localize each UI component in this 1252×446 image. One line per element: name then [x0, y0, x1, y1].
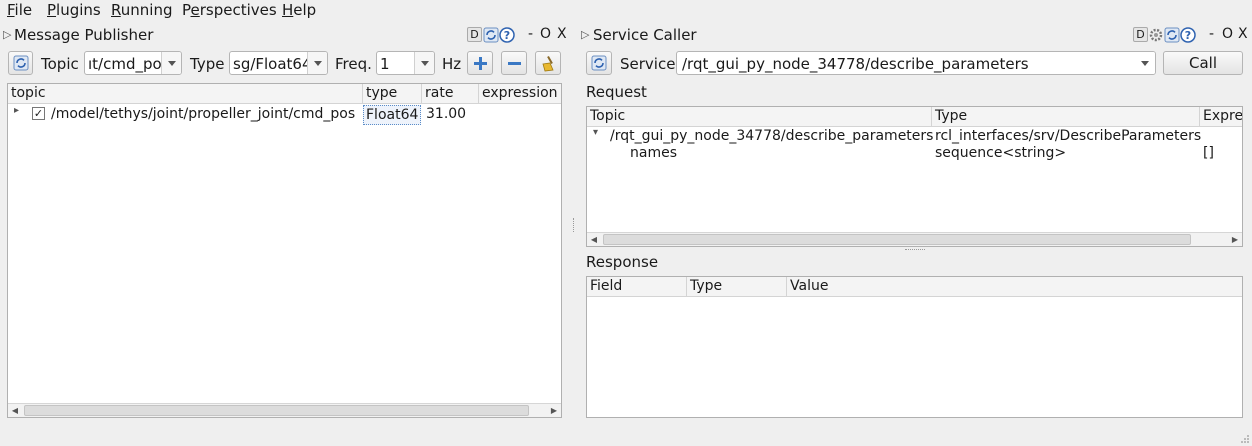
column-header-type[interactable]: Type [932, 107, 1200, 126]
help-icon[interactable]: ? [1180, 27, 1196, 43]
freq-combo[interactable]: 1 [376, 51, 435, 75]
scroll-left-icon[interactable]: ◀ [8, 404, 22, 417]
response-label: Response [586, 253, 659, 271]
caller-title: Service Caller [593, 26, 697, 44]
publisher-refresh-button[interactable] [8, 51, 33, 75]
service-label: Service [620, 55, 676, 73]
svg-text:?: ? [1185, 29, 1191, 42]
dock-expand-icon[interactable]: ▷ [3, 28, 11, 41]
plus-icon [474, 57, 487, 70]
scroll-thumb[interactable] [24, 405, 529, 416]
topic-label: Topic [41, 55, 79, 73]
publisher-float-button[interactable]: O [540, 26, 551, 42]
column-header-topic[interactable]: Topic [587, 107, 932, 126]
column-header-expression[interactable]: Expre [1200, 107, 1242, 126]
scroll-left-icon[interactable]: ◀ [587, 233, 601, 246]
column-header-field[interactable]: Field [587, 277, 687, 296]
horizontal-splitter[interactable] [905, 249, 925, 251]
row-rate: 31.00 [426, 106, 467, 122]
call-button[interactable]: Call [1163, 51, 1243, 75]
enable-checkbox[interactable]: ✓ [32, 107, 45, 120]
request-field-type: sequence<string> [935, 145, 1067, 161]
column-header-rate[interactable]: rate [422, 84, 479, 103]
vertical-splitter[interactable] [573, 218, 576, 232]
publisher-title: Message Publisher [14, 26, 154, 44]
menu-perspectives[interactable]: Perspectives [182, 1, 277, 19]
horizontal-scrollbar[interactable]: ◀ ▶ [587, 232, 1242, 246]
broom-icon [542, 56, 554, 72]
request-table: Topic Type Expre ▾ /rqt_gui_py_node_3477… [586, 106, 1243, 247]
column-header-type[interactable]: Type [687, 277, 787, 296]
minus-icon [508, 62, 521, 65]
row-type: Float64 [363, 105, 422, 125]
scroll-thumb[interactable] [603, 234, 1191, 245]
caller-minimize-button[interactable]: - [1209, 26, 1214, 42]
menu-plugins[interactable]: Plugins [47, 1, 101, 19]
table-row[interactable]: ▾ /rqt_gui_py_node_34778/describe_parame… [587, 127, 1242, 145]
horizontal-scrollbar[interactable]: ◀ ▶ [8, 403, 561, 417]
publisher-table: topic type rate expression ▸ ✓ /model/te… [7, 83, 562, 418]
refresh-icon[interactable] [483, 27, 499, 43]
publisher-table-header: topic type rate expression [8, 84, 561, 104]
hz-label: Hz [442, 55, 462, 73]
request-type: rcl_interfaces/srv/DescribeParameters [935, 128, 1202, 144]
request-table-header: Topic Type Expre [587, 107, 1242, 127]
type-combo[interactable]: sg/Float64 [229, 51, 328, 75]
request-label: Request [586, 83, 647, 101]
caller-d-button[interactable]: D [1133, 27, 1148, 42]
size-grip-icon[interactable] [1238, 432, 1250, 444]
freq-combo-value: 1 [380, 55, 390, 73]
clear-button[interactable] [535, 51, 561, 75]
response-table: Field Type Value [586, 276, 1243, 418]
column-header-value[interactable]: Value [787, 277, 1242, 296]
type-label: Type [190, 55, 225, 73]
service-combo[interactable]: /rqt_gui_py_node_34778/describe_paramete… [676, 51, 1156, 75]
chevron-down-icon [1135, 52, 1155, 74]
table-row[interactable]: ▸ ✓ /model/tethys/joint/propeller_joint/… [8, 104, 561, 125]
refresh-icon [13, 55, 29, 71]
publisher-minimize-button[interactable]: - [528, 26, 533, 42]
request-topic: /rqt_gui_py_node_34778/describe_paramete… [610, 128, 934, 144]
request-field-expression[interactable]: [] [1203, 144, 1214, 162]
gear-icon[interactable] [1148, 27, 1164, 43]
column-header-type[interactable]: type [363, 84, 422, 103]
menu-help[interactable]: Help [282, 1, 316, 19]
collapse-arrow-icon[interactable]: ▾ [593, 127, 598, 138]
row-topic: /model/tethys/joint/propeller_joint/cmd_… [51, 106, 356, 122]
topic-combo[interactable]: ıt/cmd_pos [84, 51, 182, 75]
service-combo-value: /rqt_gui_py_node_34778/describe_paramete… [682, 55, 1029, 73]
svg-text:?: ? [504, 29, 510, 42]
chevron-down-icon [161, 52, 181, 74]
caller-close-button[interactable]: X [1238, 26, 1248, 42]
menu-bar: File Plugins Running Perspectives Help [0, 0, 1252, 21]
chevron-down-icon [414, 52, 434, 74]
column-header-topic[interactable]: topic [8, 84, 363, 103]
table-row[interactable]: names sequence<string> [] [587, 145, 1242, 163]
refresh-icon[interactable] [1164, 27, 1180, 43]
chevron-down-icon [307, 52, 327, 74]
publisher-close-button[interactable]: X [557, 26, 567, 42]
menu-running[interactable]: Running [111, 1, 172, 19]
topic-combo-value: ıt/cmd_pos [88, 55, 170, 73]
scroll-right-icon[interactable]: ▶ [547, 404, 561, 417]
freq-label: Freq. [335, 55, 372, 73]
request-field-name: names [630, 145, 677, 161]
publisher-d-button[interactable]: D [467, 27, 482, 42]
dock-expand-icon[interactable]: ▷ [581, 28, 589, 41]
column-header-expression[interactable]: expression [479, 84, 561, 103]
expand-arrow-icon[interactable]: ▸ [14, 105, 19, 116]
refresh-icon [591, 55, 607, 71]
menu-file[interactable]: File [7, 1, 32, 19]
caller-float-button[interactable]: O [1222, 26, 1233, 42]
scroll-right-icon[interactable]: ▶ [1228, 233, 1242, 246]
remove-publisher-button[interactable] [501, 51, 527, 75]
type-combo-value: sg/Float64 [233, 55, 312, 73]
add-publisher-button[interactable] [467, 51, 493, 75]
help-icon[interactable]: ? [499, 27, 515, 43]
response-table-header: Field Type Value [587, 277, 1242, 297]
caller-refresh-button[interactable] [586, 51, 612, 75]
